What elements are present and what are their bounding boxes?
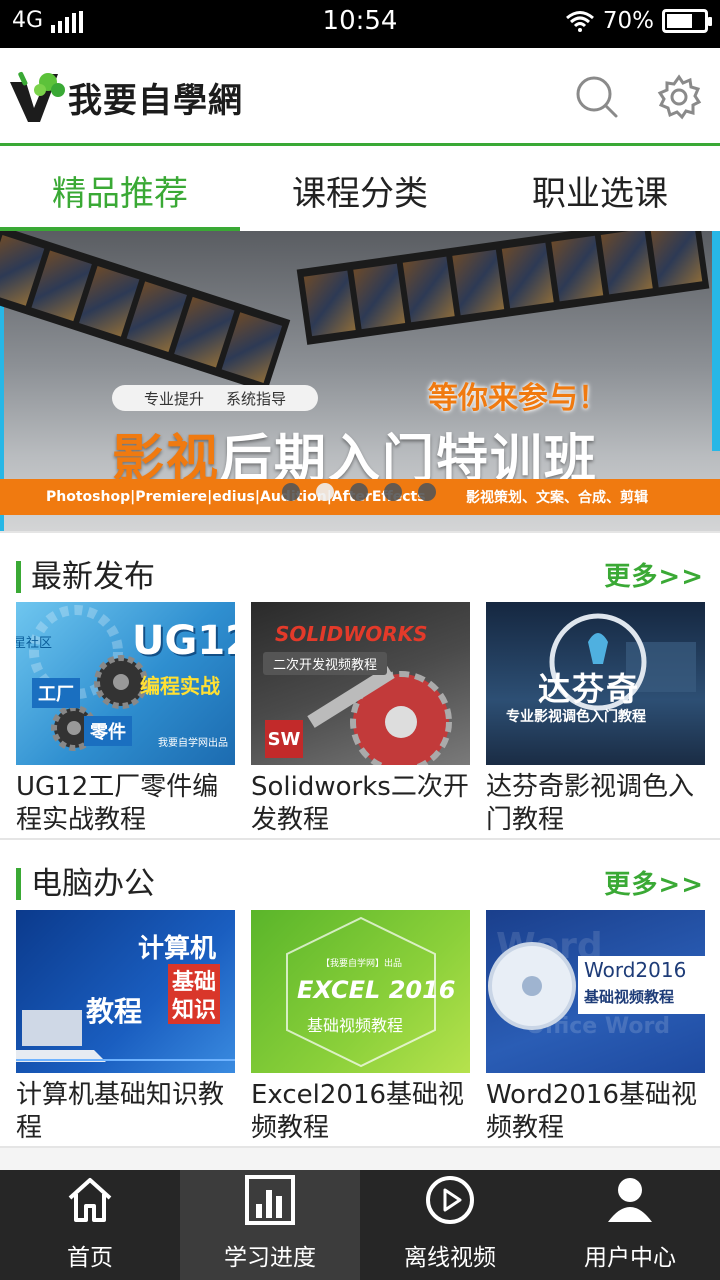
nav-home[interactable]: 首页 xyxy=(0,1170,180,1280)
thumb-sub-text: 基础视频教程 xyxy=(584,988,675,1006)
thumb-tag: 零件 xyxy=(84,716,132,746)
thumb-footer-text: 我要自学网出品 xyxy=(158,738,228,749)
course-thumbnail: 达芬奇 专业影视调色入门教程 xyxy=(486,602,705,765)
battery-percent: 70% xyxy=(602,8,654,34)
course-card[interactable]: 流星社区 UG12 编程实战 工厂 零件 我要自学网出品 UG12工厂零件编程实… xyxy=(16,602,235,837)
wifi-icon xyxy=(565,11,594,32)
thumb-tag: 知识 xyxy=(168,992,221,1024)
carousel-dots xyxy=(282,483,436,501)
course-thumbnail: 计算机 教程 基础 知识 xyxy=(16,910,235,1073)
divider xyxy=(0,531,720,533)
nav-label: 用户中心 xyxy=(584,1245,676,1271)
app-header: 我要自學網 xyxy=(0,48,720,146)
thumb-corner-text: 流星社区 xyxy=(16,636,53,651)
sw-badge: SW xyxy=(265,720,303,758)
course-title: 达芬奇影视调色入门教程 xyxy=(486,772,695,835)
course-title: Excel2016基础视频教程 xyxy=(251,1080,465,1143)
course-thumbnail: 流星社区 UG12 编程实战 工厂 零件 我要自学网出品 xyxy=(16,602,235,765)
banner-pill-right: 系统指导 xyxy=(226,389,287,408)
course-thumbnail: Word Office Word Word2016 基础视频教程 xyxy=(486,910,705,1073)
battery-icon xyxy=(662,9,712,33)
search-icon[interactable] xyxy=(574,74,620,120)
logo-text: 我要自學網 xyxy=(68,80,243,121)
home-icon xyxy=(68,1178,112,1222)
thumb-main-text: 计算机 xyxy=(138,934,217,964)
thumb-main-text: Word2016 xyxy=(584,958,687,982)
section-title-latest: 最新发布 xyxy=(16,561,155,593)
battery-fill xyxy=(667,14,693,28)
course-title: Word2016基础视频教程 xyxy=(486,1080,697,1143)
banner-cta: 等你来参与！ xyxy=(428,381,608,416)
thumb-main-text: EXCEL 2016 xyxy=(297,976,456,1004)
carousel-dot[interactable] xyxy=(282,483,300,501)
course-card[interactable]: 【我要自学网】出品 EXCEL 2016 基础视频教程 Excel2016基础视… xyxy=(251,910,470,1145)
thumb-sub-text: 专业影视调色入门教程 xyxy=(506,709,646,725)
user-icon xyxy=(608,1178,652,1222)
promo-banner[interactable]: 专业提升 系统指导 等你来参与！ 影视后期入门特训班 Photoshop|Pre… xyxy=(0,231,720,531)
thumb-main-text: UG12 xyxy=(132,618,235,664)
more-link-latest[interactable]: 更多>> xyxy=(604,556,704,593)
course-card[interactable]: SOLIDWORKS 二次开发视频教程 SW Solidworks二次开发教程 xyxy=(251,602,470,837)
carousel-dot[interactable] xyxy=(418,483,436,501)
logo[interactable]: 我要自學網 xyxy=(8,68,243,126)
nav-user-center[interactable]: 用户中心 xyxy=(540,1170,720,1280)
divider xyxy=(0,838,720,840)
course-title: 计算机基础知识教程 xyxy=(16,1080,225,1143)
thumb-sub-text: 基础视频教程 xyxy=(307,1016,404,1035)
status-right: 70% xyxy=(565,8,712,34)
carousel-dot[interactable] xyxy=(316,483,334,501)
thumb-sub-text: 教程 xyxy=(86,995,143,1028)
film-strip-left xyxy=(0,231,291,393)
content-bottom-gap xyxy=(0,1148,720,1170)
tab-career-courses[interactable]: 职业选课 xyxy=(480,149,720,231)
tab-featured[interactable]: 精品推荐 xyxy=(0,149,240,231)
course-title: Solidworks二次开发教程 xyxy=(251,772,469,835)
nav-learning-progress[interactable]: 学习进度 xyxy=(180,1170,360,1280)
bottom-nav: 首页 学习进度 离线视频 用户中心 xyxy=(0,1170,720,1280)
nav-label: 首页 xyxy=(67,1245,113,1271)
thumb-main-text: SOLIDWORKS xyxy=(275,622,428,646)
course-title: UG12工厂零件编程实战教程 xyxy=(16,772,219,835)
status-bar: 4G 10:54 70% xyxy=(0,0,720,48)
banner-strip-topics: 影视策划、文案、合成、剪辑 xyxy=(466,490,648,506)
thumb-sub-text: 二次开发视频教程 xyxy=(263,652,388,675)
thumb-main-text: 达芬奇 xyxy=(538,670,641,708)
settings-gear-icon[interactable] xyxy=(656,74,702,120)
nav-offline-video[interactable]: 离线视频 xyxy=(360,1170,540,1280)
top-tabs: 精品推荐 课程分类 职业选课 xyxy=(0,149,720,231)
nav-label: 离线视频 xyxy=(404,1245,496,1271)
chart-icon xyxy=(245,1175,295,1225)
section-title-office: 电脑办公 xyxy=(16,868,155,900)
course-card[interactable]: 计算机 教程 基础 知识 计算机基础知识教程 xyxy=(16,910,235,1145)
thumb-sub-text: 编程实战 xyxy=(140,674,220,698)
logo-mark-icon xyxy=(10,71,65,122)
nav-label: 学习进度 xyxy=(224,1245,316,1271)
more-link-office[interactable]: 更多>> xyxy=(604,864,704,901)
carousel-dot[interactable] xyxy=(350,483,368,501)
banner-edge xyxy=(712,231,720,451)
thumb-tag: 工厂 xyxy=(32,678,80,708)
banner-pill: 专业提升 系统指导 xyxy=(112,385,318,411)
course-card[interactable]: 达芬奇 专业影视调色入门教程 达芬奇影视调色入门教程 xyxy=(486,602,705,837)
course-thumbnail: SOLIDWORKS 二次开发视频教程 SW xyxy=(251,602,470,765)
thumb-top-text: 【我要自学网】出品 xyxy=(321,959,403,969)
film-strip-right xyxy=(296,231,710,345)
course-thumbnail: 【我要自学网】出品 EXCEL 2016 基础视频教程 xyxy=(251,910,470,1073)
carousel-dot[interactable] xyxy=(384,483,402,501)
course-card[interactable]: Word Office Word Word2016 基础视频教程 Word201… xyxy=(486,910,705,1145)
play-icon xyxy=(426,1176,474,1224)
banner-pill-left: 专业提升 xyxy=(143,389,204,408)
tab-course-categories[interactable]: 课程分类 xyxy=(240,149,480,231)
